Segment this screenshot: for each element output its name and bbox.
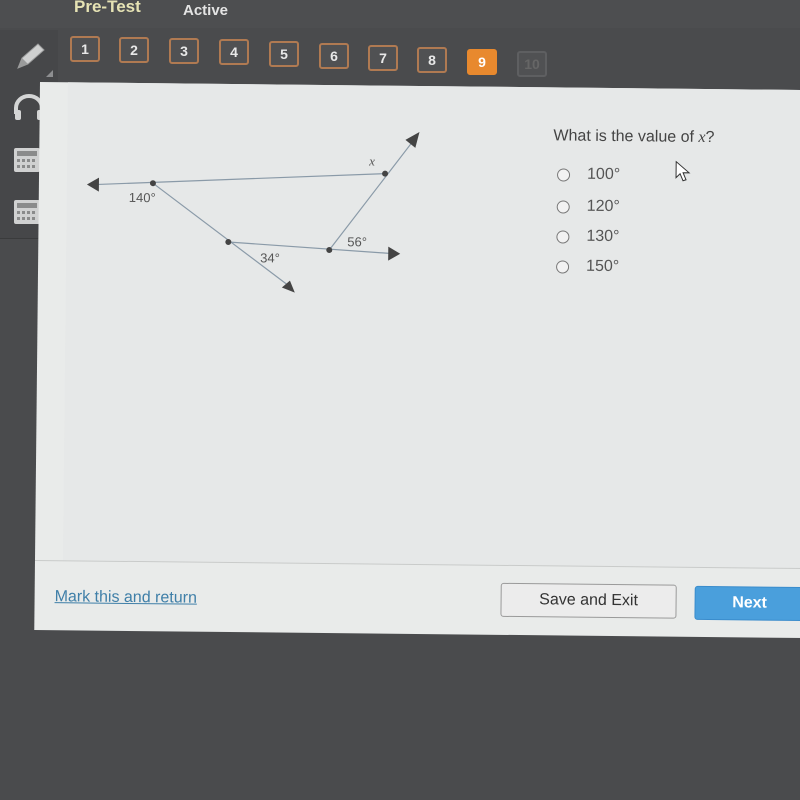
test-title: Pre-Test	[74, 0, 141, 16]
arrowhead-top	[405, 131, 420, 148]
radio-button[interactable]	[556, 230, 570, 244]
top-bar: Pre-Test Active	[0, 0, 800, 28]
mouse-cursor-icon	[675, 160, 691, 182]
answer-option-100[interactable]: 100°	[556, 165, 677, 188]
question-prompt: What is the value of x?	[553, 127, 715, 147]
arrowhead-right	[388, 246, 401, 261]
question-button-9[interactable]: 9	[467, 49, 497, 75]
top-line	[94, 173, 386, 186]
radio-button[interactable]	[556, 200, 570, 214]
question-button-2[interactable]: 2	[119, 37, 149, 63]
question-button-5[interactable]: 5	[269, 41, 299, 67]
radio-button[interactable]	[556, 168, 571, 182]
left-transversal	[152, 182, 291, 288]
question-panel: 140° 34° 56° x What is the value of x? 1…	[34, 82, 800, 639]
angle-label-56: 56°	[347, 234, 367, 249]
geometry-diagram: 140° 34° 56° x	[86, 131, 420, 293]
question-button-1[interactable]: 1	[70, 36, 100, 62]
angle-label-x: x	[368, 153, 375, 168]
angle-label-140: 140°	[129, 190, 156, 205]
bottom-line	[228, 241, 395, 255]
tool-menu-corner	[46, 70, 53, 77]
radio-button[interactable]	[556, 260, 570, 274]
pencil-icon	[17, 43, 45, 69]
angle-label-34: 34°	[260, 250, 280, 265]
test-status: Active	[183, 2, 229, 19]
question-button-10: 10	[517, 51, 547, 77]
answer-option-120[interactable]: 120°	[556, 197, 677, 220]
question-button-6[interactable]: 6	[319, 43, 349, 69]
vertex-point	[382, 170, 389, 177]
pencil-tool[interactable]	[0, 30, 58, 83]
mark-and-return-link[interactable]: Mark this and return	[55, 588, 197, 607]
question-button-7[interactable]: 7	[368, 45, 398, 71]
question-button-3[interactable]: 3	[169, 38, 199, 64]
vertex-point	[225, 238, 232, 245]
answer-option-130[interactable]: 130°	[556, 227, 676, 250]
question-button-4[interactable]: 4	[219, 39, 249, 65]
question-button-8[interactable]: 8	[417, 47, 447, 73]
answer-option-150[interactable]: 150°	[556, 257, 676, 280]
next-button[interactable]: Next	[694, 585, 800, 622]
save-and-exit-button[interactable]: Save and Exit	[500, 582, 677, 619]
arrowhead-left	[86, 177, 100, 192]
